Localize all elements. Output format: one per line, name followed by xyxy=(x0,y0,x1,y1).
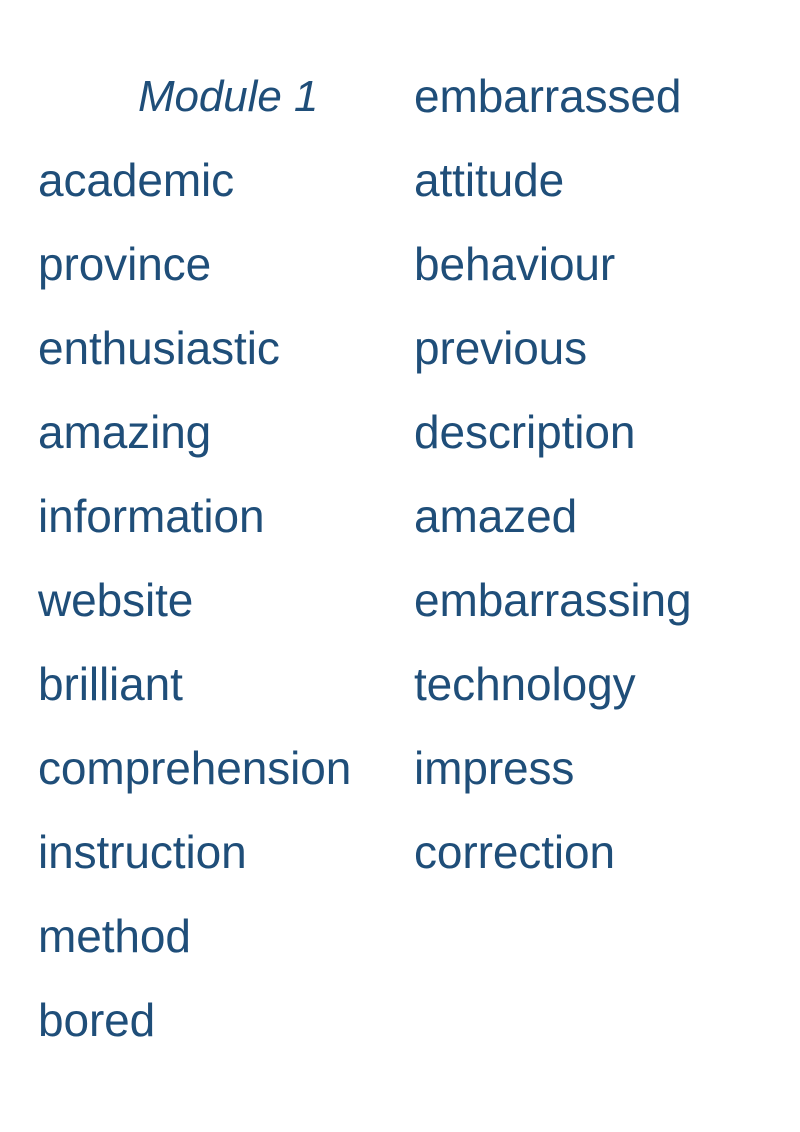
word-left-8: instruction xyxy=(38,826,247,879)
word-right-5: amazed xyxy=(414,490,578,543)
word-right-6: embarrassing xyxy=(414,574,692,627)
word-right-1: attitude xyxy=(414,154,565,207)
word-right-9: correction xyxy=(414,826,615,879)
word-right-7: technology xyxy=(414,658,636,711)
word-left-10: bored xyxy=(38,994,156,1047)
word-left-3: amazing xyxy=(38,406,212,459)
word-left-9: method xyxy=(38,910,191,963)
vocabulary-word-list-page: Module 1 embarrassed academic attitude p… xyxy=(0,0,800,1132)
word-left-0: academic xyxy=(38,154,235,207)
word-right-4: description xyxy=(414,406,636,459)
word-left-5: website xyxy=(38,574,194,627)
word-right-spacer-1 xyxy=(376,895,762,979)
word-right-8: impress xyxy=(414,742,575,795)
module-title: Module 1 xyxy=(138,72,319,122)
word-list-grid: Module 1 embarrassed academic attitude p… xyxy=(0,55,800,1063)
word-left-4: information xyxy=(38,490,265,543)
word-left-2: enthusiastic xyxy=(38,322,280,375)
word-left-7: comprehension xyxy=(38,742,352,795)
word-right-spacer-2 xyxy=(376,979,762,1063)
word-right-0: embarrassed xyxy=(414,70,682,123)
word-right-3: previous xyxy=(414,322,588,375)
word-left-6: brilliant xyxy=(38,658,183,711)
word-right-2: behaviour xyxy=(414,238,616,291)
word-left-1: province xyxy=(38,238,212,291)
